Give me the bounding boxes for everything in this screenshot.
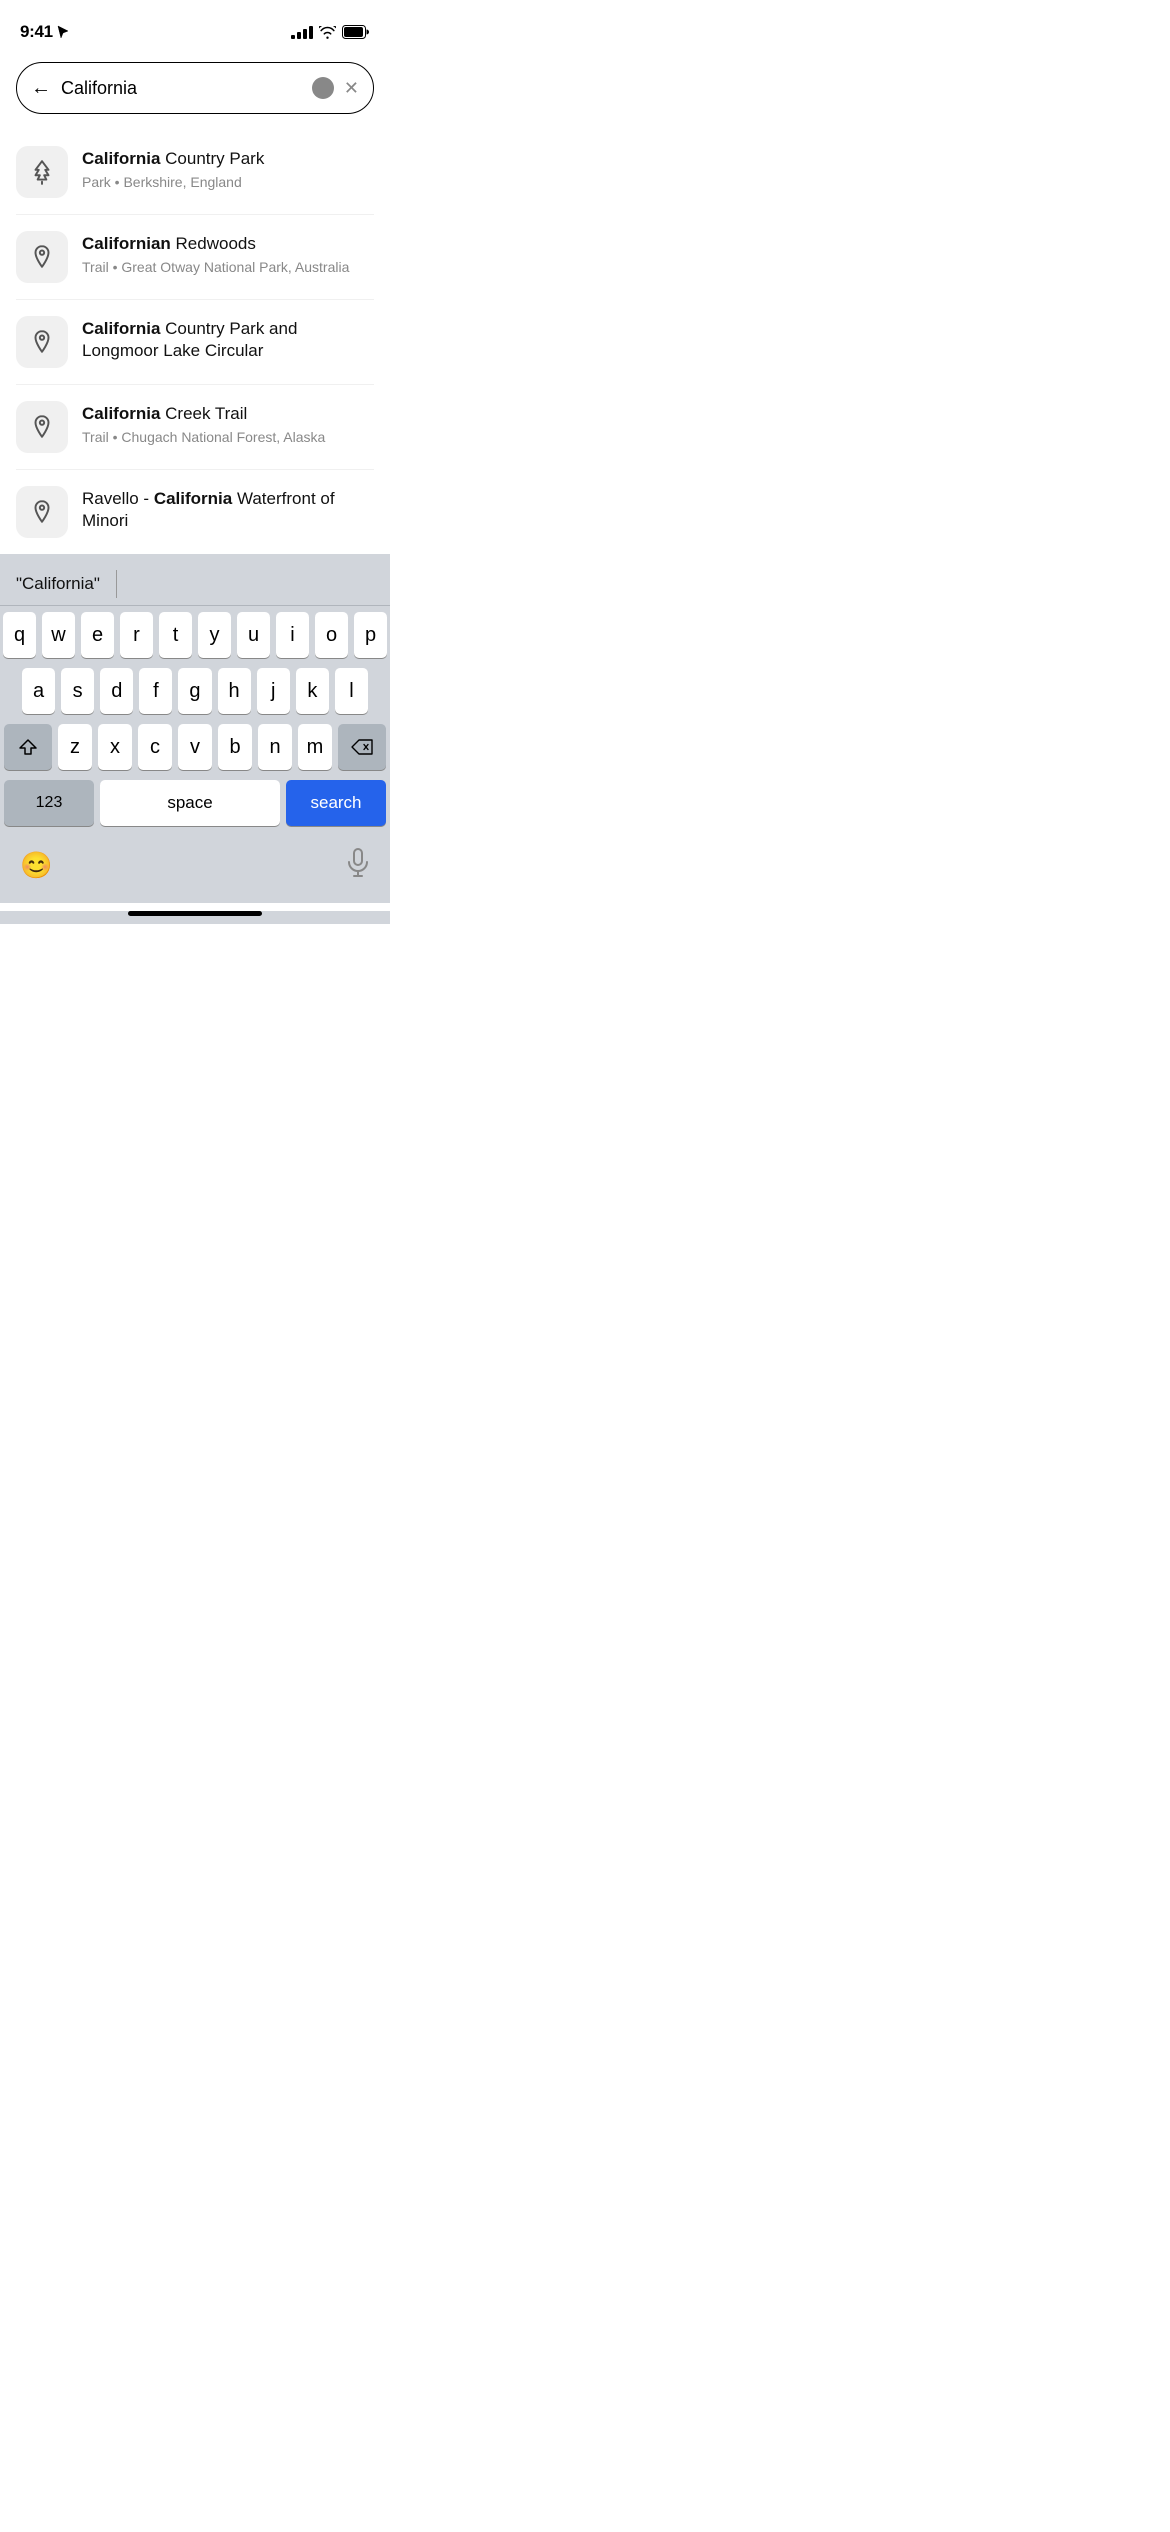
list-item[interactable]: California Country Park Park • Berkshire… xyxy=(16,130,374,215)
list-item[interactable]: California Creek Trail Trail • Chugach N… xyxy=(16,385,374,470)
result-title: California Creek Trail xyxy=(82,403,374,425)
mic-button[interactable] xyxy=(346,848,370,883)
delete-key[interactable] xyxy=(338,724,386,770)
result-title: Californian Redwoods xyxy=(82,233,374,255)
status-time: 9:41 xyxy=(20,22,53,42)
status-bar: 9:41 xyxy=(0,0,390,50)
keyboard-row-4: 123 space search xyxy=(4,780,386,826)
key-n[interactable]: n xyxy=(258,724,292,770)
key-a[interactable]: a xyxy=(22,668,55,714)
result-subtitle: Trail • Great Otway National Park, Austr… xyxy=(82,259,374,275)
key-x[interactable]: x xyxy=(98,724,132,770)
location-arrow-icon xyxy=(57,25,69,39)
result-subtitle: Trail • Chugach National Forest, Alaska xyxy=(82,429,374,445)
pin-icon-wrap xyxy=(16,401,68,453)
keyboard-bottom-bar: 😊 xyxy=(0,840,390,903)
result-subtitle: Park • Berkshire, England xyxy=(82,174,374,190)
pin-icon-wrap xyxy=(16,486,68,538)
keyboard-suggestion[interactable]: "California" xyxy=(16,574,100,594)
tree-icon xyxy=(29,159,55,185)
result-text: Californian Redwoods Trail • Great Otway… xyxy=(82,231,374,275)
shift-key[interactable] xyxy=(4,724,52,770)
home-indicator-wrap xyxy=(0,911,390,924)
key-v[interactable]: v xyxy=(178,724,212,770)
location-pin-icon xyxy=(29,414,55,440)
search-bar-container: ← ✕ xyxy=(0,50,390,130)
key-b[interactable]: b xyxy=(218,724,252,770)
wifi-icon xyxy=(319,26,336,39)
key-k[interactable]: k xyxy=(296,668,329,714)
key-c[interactable]: c xyxy=(138,724,172,770)
mic-dot-icon xyxy=(312,77,334,99)
suggestion-divider xyxy=(116,570,117,598)
key-p[interactable]: p xyxy=(354,612,387,658)
pin-icon-wrap xyxy=(16,231,68,283)
location-pin-icon xyxy=(29,329,55,355)
result-title: California Country Park and Longmoor Lak… xyxy=(82,318,374,362)
keyboard-row-2: a s d f g h j k l xyxy=(4,668,386,714)
result-text: California Creek Trail Trail • Chugach N… xyxy=(82,401,374,445)
list-item[interactable]: Californian Redwoods Trail • Great Otway… xyxy=(16,215,374,300)
key-w[interactable]: w xyxy=(42,612,75,658)
key-d[interactable]: d xyxy=(100,668,133,714)
result-text: Ravello - California Waterfront of Minor… xyxy=(82,486,374,536)
keyboard-suggestion-bar: "California" xyxy=(0,562,390,606)
keyboard-area: "California" q w e r t y u i o p a s d f… xyxy=(0,554,390,903)
list-item[interactable]: California Country Park and Longmoor Lak… xyxy=(16,300,374,385)
result-title: California Country Park xyxy=(82,148,374,170)
key-l[interactable]: l xyxy=(335,668,368,714)
result-text: California Country Park and Longmoor Lak… xyxy=(82,316,374,366)
key-s[interactable]: s xyxy=(61,668,94,714)
key-h[interactable]: h xyxy=(218,668,251,714)
result-text: California Country Park Park • Berkshire… xyxy=(82,146,374,190)
key-u[interactable]: u xyxy=(237,612,270,658)
key-m[interactable]: m xyxy=(298,724,332,770)
list-item[interactable]: Ravello - California Waterfront of Minor… xyxy=(16,470,374,554)
keyboard-row-3: z x c v b n m xyxy=(4,724,386,770)
search-bar[interactable]: ← ✕ xyxy=(16,62,374,114)
home-indicator xyxy=(128,911,262,916)
search-input[interactable] xyxy=(61,78,302,99)
result-title: Ravello - California Waterfront of Minor… xyxy=(82,488,374,532)
results-list: California Country Park Park • Berkshire… xyxy=(0,130,390,554)
status-icons xyxy=(291,25,370,39)
key-t[interactable]: t xyxy=(159,612,192,658)
space-key[interactable]: space xyxy=(100,780,280,826)
keyboard-row-1: q w e r t y u i o p xyxy=(4,612,386,658)
back-button[interactable]: ← xyxy=(31,77,51,100)
battery-icon xyxy=(342,25,370,39)
signal-icon xyxy=(291,25,313,39)
key-f[interactable]: f xyxy=(139,668,172,714)
key-g[interactable]: g xyxy=(178,668,211,714)
clear-button[interactable]: ✕ xyxy=(344,78,359,99)
key-q[interactable]: q xyxy=(3,612,36,658)
key-o[interactable]: o xyxy=(315,612,348,658)
key-z[interactable]: z xyxy=(58,724,92,770)
key-e[interactable]: e xyxy=(81,612,114,658)
key-j[interactable]: j xyxy=(257,668,290,714)
key-y[interactable]: y xyxy=(198,612,231,658)
tree-icon-wrap xyxy=(16,146,68,198)
location-pin-icon xyxy=(29,244,55,270)
key-r[interactable]: r xyxy=(120,612,153,658)
location-pin-icon xyxy=(29,499,55,525)
key-i[interactable]: i xyxy=(276,612,309,658)
keyboard-rows: q w e r t y u i o p a s d f g h j k l xyxy=(0,606,390,840)
numbers-key[interactable]: 123 xyxy=(4,780,94,826)
search-key[interactable]: search xyxy=(286,780,386,826)
pin-icon-wrap xyxy=(16,316,68,368)
emoji-button[interactable]: 😊 xyxy=(20,850,52,881)
